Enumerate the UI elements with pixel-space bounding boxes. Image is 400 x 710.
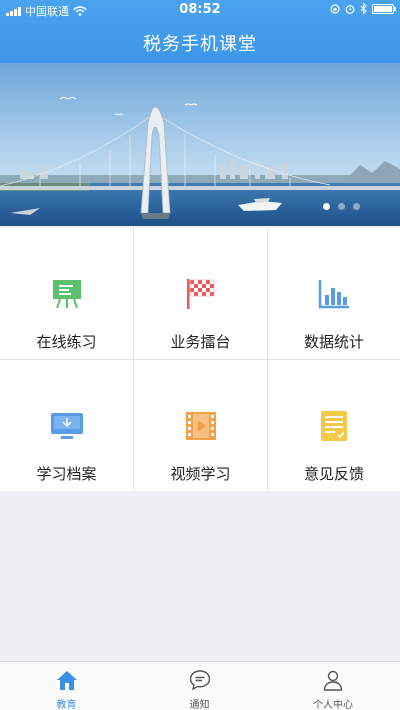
carousel-dot[interactable]	[323, 203, 330, 210]
monitor-icon	[50, 413, 83, 439]
grid-item-label: 意见反馈	[303, 465, 364, 483]
banner-image	[0, 63, 400, 226]
home-icon	[56, 671, 77, 690]
orientation-lock-icon	[330, 3, 340, 14]
grid-item-business-arena[interactable]: 业务擂台	[134, 228, 267, 359]
grid-item-online-practice[interactable]: 在线练习	[0, 228, 133, 359]
grid-item-video-learning[interactable]: 视频学习	[134, 360, 267, 491]
chat-bubble-icon	[189, 670, 210, 691]
checkered-flag-icon	[186, 279, 214, 309]
presentation-board-icon	[52, 280, 81, 309]
page-title: 税务手机课堂	[143, 34, 257, 55]
user-icon	[323, 670, 343, 691]
carousel-dots	[323, 203, 360, 210]
tab-profile[interactable]: 个人中心	[266, 662, 400, 710]
tab-label: 个人中心	[313, 700, 353, 710]
carousel-dot[interactable]	[353, 203, 360, 210]
tab-bar: 教育 通知 个人中心	[0, 661, 400, 710]
grid-divider	[0, 359, 400, 360]
tab-label: 通知	[189, 700, 210, 710]
tab-education[interactable]: 教育	[0, 662, 133, 710]
status-bar: 中国联通 08:52	[0, 0, 400, 20]
grid-item-data-statistics[interactable]: 数据统计	[268, 228, 400, 359]
battery-icon	[372, 3, 396, 14]
document-icon	[321, 411, 347, 441]
app-header: 中国联通 08:52 税务手机课堂	[0, 0, 400, 63]
banner-carousel[interactable]	[0, 63, 400, 226]
grid-item-label: 学习档案	[36, 465, 97, 483]
grid-item-label: 数据统计	[303, 333, 364, 351]
grid-item-study-archive[interactable]: 学习档案	[0, 360, 133, 491]
grid-item-label: 在线练习	[36, 333, 97, 351]
grid-item-label: 视频学习	[170, 465, 231, 483]
tab-label: 教育	[56, 700, 77, 710]
grid-item-feedback[interactable]: 意见反馈	[268, 360, 400, 491]
film-icon	[185, 412, 216, 440]
alarm-icon	[345, 4, 355, 14]
bar-chart-icon	[318, 280, 349, 309]
tab-notifications[interactable]: 通知	[133, 662, 266, 710]
carousel-dot[interactable]	[338, 203, 345, 210]
grid-item-label: 业务擂台	[170, 333, 231, 351]
bluetooth-icon	[360, 3, 367, 14]
